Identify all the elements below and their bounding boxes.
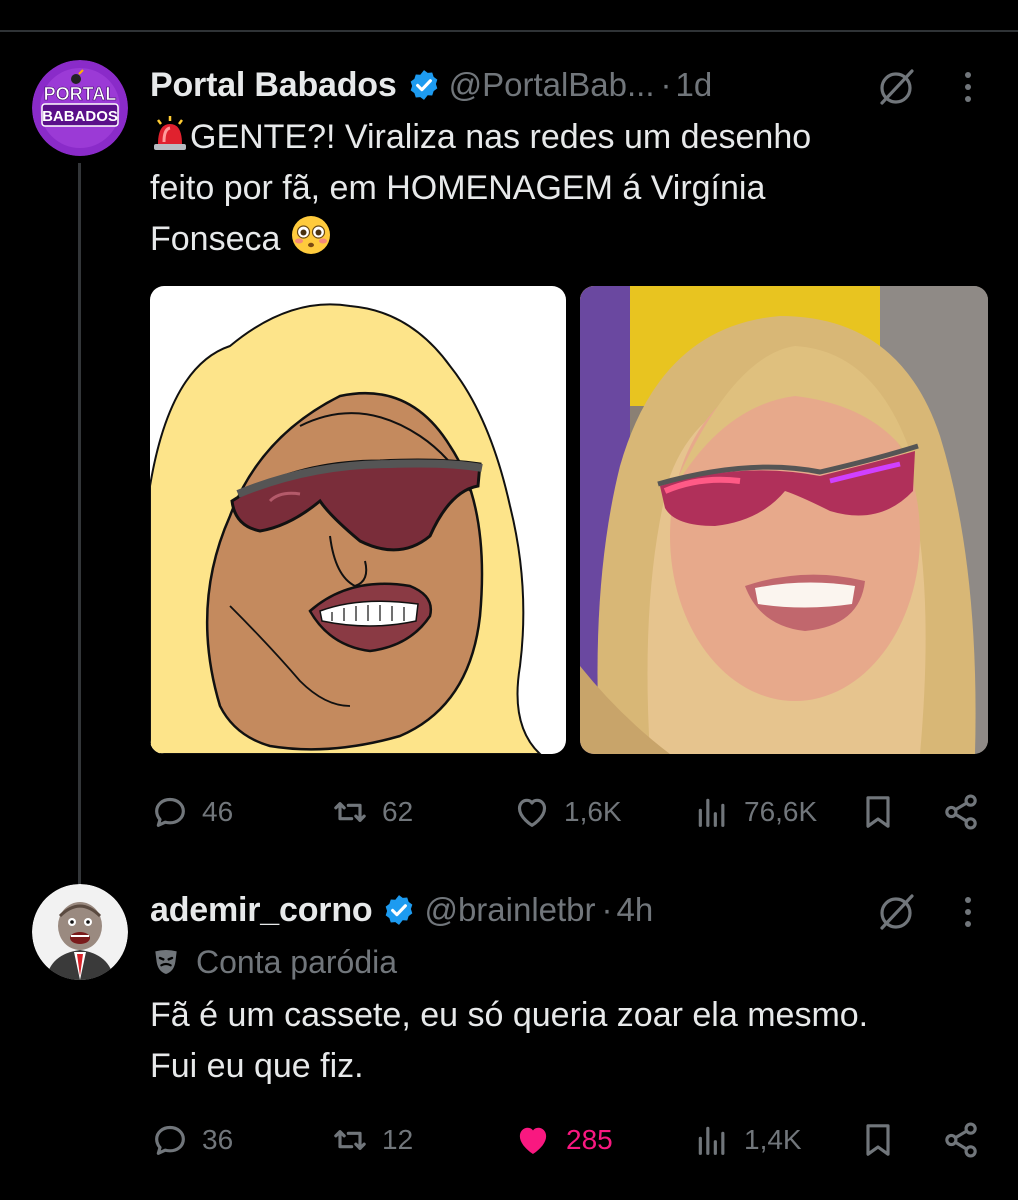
like-icon [517,798,547,827]
author-handle[interactable]: @brainletbr [424,891,595,929]
bookmark-button[interactable] [858,790,898,834]
tweet[interactable]: PORTAL BABADOS Portal Babados @PortalBab… [0,55,1018,888]
tweet-actions: 36 12 285 1,4K [150,1118,990,1162]
bookmark-button[interactable] [858,1118,898,1162]
timestamp[interactable]: 1d [676,66,713,104]
parody-label-text: Conta paródia [196,943,398,980]
avatar-logo-bottom: BABADOS [42,108,118,125]
reply-button[interactable]: 46 [150,790,233,834]
views-count: 76,6K [744,796,818,827]
reply-icon [155,797,185,827]
tweet-text-line3: Fonseca [150,220,281,258]
like-count: 285 [566,1124,613,1155]
parody-label: Conta paródia [150,942,397,982]
views-icon [698,1126,725,1155]
share-icon [945,1122,977,1158]
bookmark-icon [866,1124,890,1156]
repost-icon [334,1130,366,1150]
views-count: 1,4K [744,1124,802,1155]
tweet[interactable]: ademir_corno @brainletbr · 4h Conta paró… [0,880,1018,1190]
repost-icon [334,802,366,822]
avatar[interactable] [32,884,128,980]
tweet-actions: 46 62 1,6K 76,6K [150,790,990,834]
tweet-text-line1: GENTE?! Viraliza nas redes um desenho [190,118,812,156]
reply-button[interactable]: 36 [150,1118,233,1162]
time-separator: · [601,891,613,928]
author-name[interactable]: ademir_corno [150,891,373,930]
repost-count: 62 [382,796,414,827]
more-icon[interactable] [958,890,978,934]
tweet-text: GENTE?! Viraliza nas redes um desenho fe… [150,112,980,265]
author-name[interactable]: Portal Babados [150,66,397,105]
tweet-header: Portal Babados @PortalBab... · 1d [150,63,940,107]
tweet-text-line1: Fã é um cassete, eu só queria zoar ela m… [150,996,869,1034]
share-button[interactable] [940,1118,982,1162]
divider [0,30,1018,32]
avatar-logo-top: PORTAL [44,84,117,104]
repost-count: 12 [382,1124,414,1155]
share-button[interactable] [940,790,982,834]
parody-mask-icon [155,950,177,974]
repost-button[interactable]: 12 [330,1118,413,1162]
tweet-text-line2: feito por fã, em HOMENAGEM á Virgínia [150,169,766,207]
siren-emoji [154,116,186,150]
author-handle[interactable]: @PortalBab... [449,66,655,104]
tweet-header: ademir_corno @brainletbr · 4h [150,888,940,932]
reply-count: 36 [202,1124,234,1155]
views-icon [698,798,725,827]
more-icon[interactable] [958,65,978,109]
flushed-face-emoji [291,216,330,254]
thread-line [78,163,81,888]
timestamp[interactable]: 4h [617,891,654,929]
grok-icon[interactable] [874,890,918,934]
tweet-text: Fã é um cassete, eu só queria zoar ela m… [150,990,980,1092]
avatar[interactable]: PORTAL BABADOS [32,60,128,156]
media-drawing[interactable] [150,286,566,754]
reply-count: 46 [202,796,234,827]
share-icon [945,794,977,830]
tweet-text-line2: Fui eu que fiz. [150,1047,364,1085]
grok-icon[interactable] [874,65,918,109]
bookmark-icon [866,796,890,828]
views-button[interactable]: 76,6K [692,790,817,834]
media-photo[interactable] [580,286,988,754]
views-button[interactable]: 1,4K [692,1118,802,1162]
reply-icon [155,1125,185,1155]
verified-badge-icon [410,70,437,100]
verified-badge-icon [386,895,413,925]
like-button[interactable]: 1,6K [512,790,622,834]
like-icon [519,1127,547,1154]
time-separator: · [660,66,672,103]
repost-button[interactable]: 62 [330,790,413,834]
like-count: 1,6K [564,796,622,827]
like-button[interactable]: 285 [512,1118,613,1162]
